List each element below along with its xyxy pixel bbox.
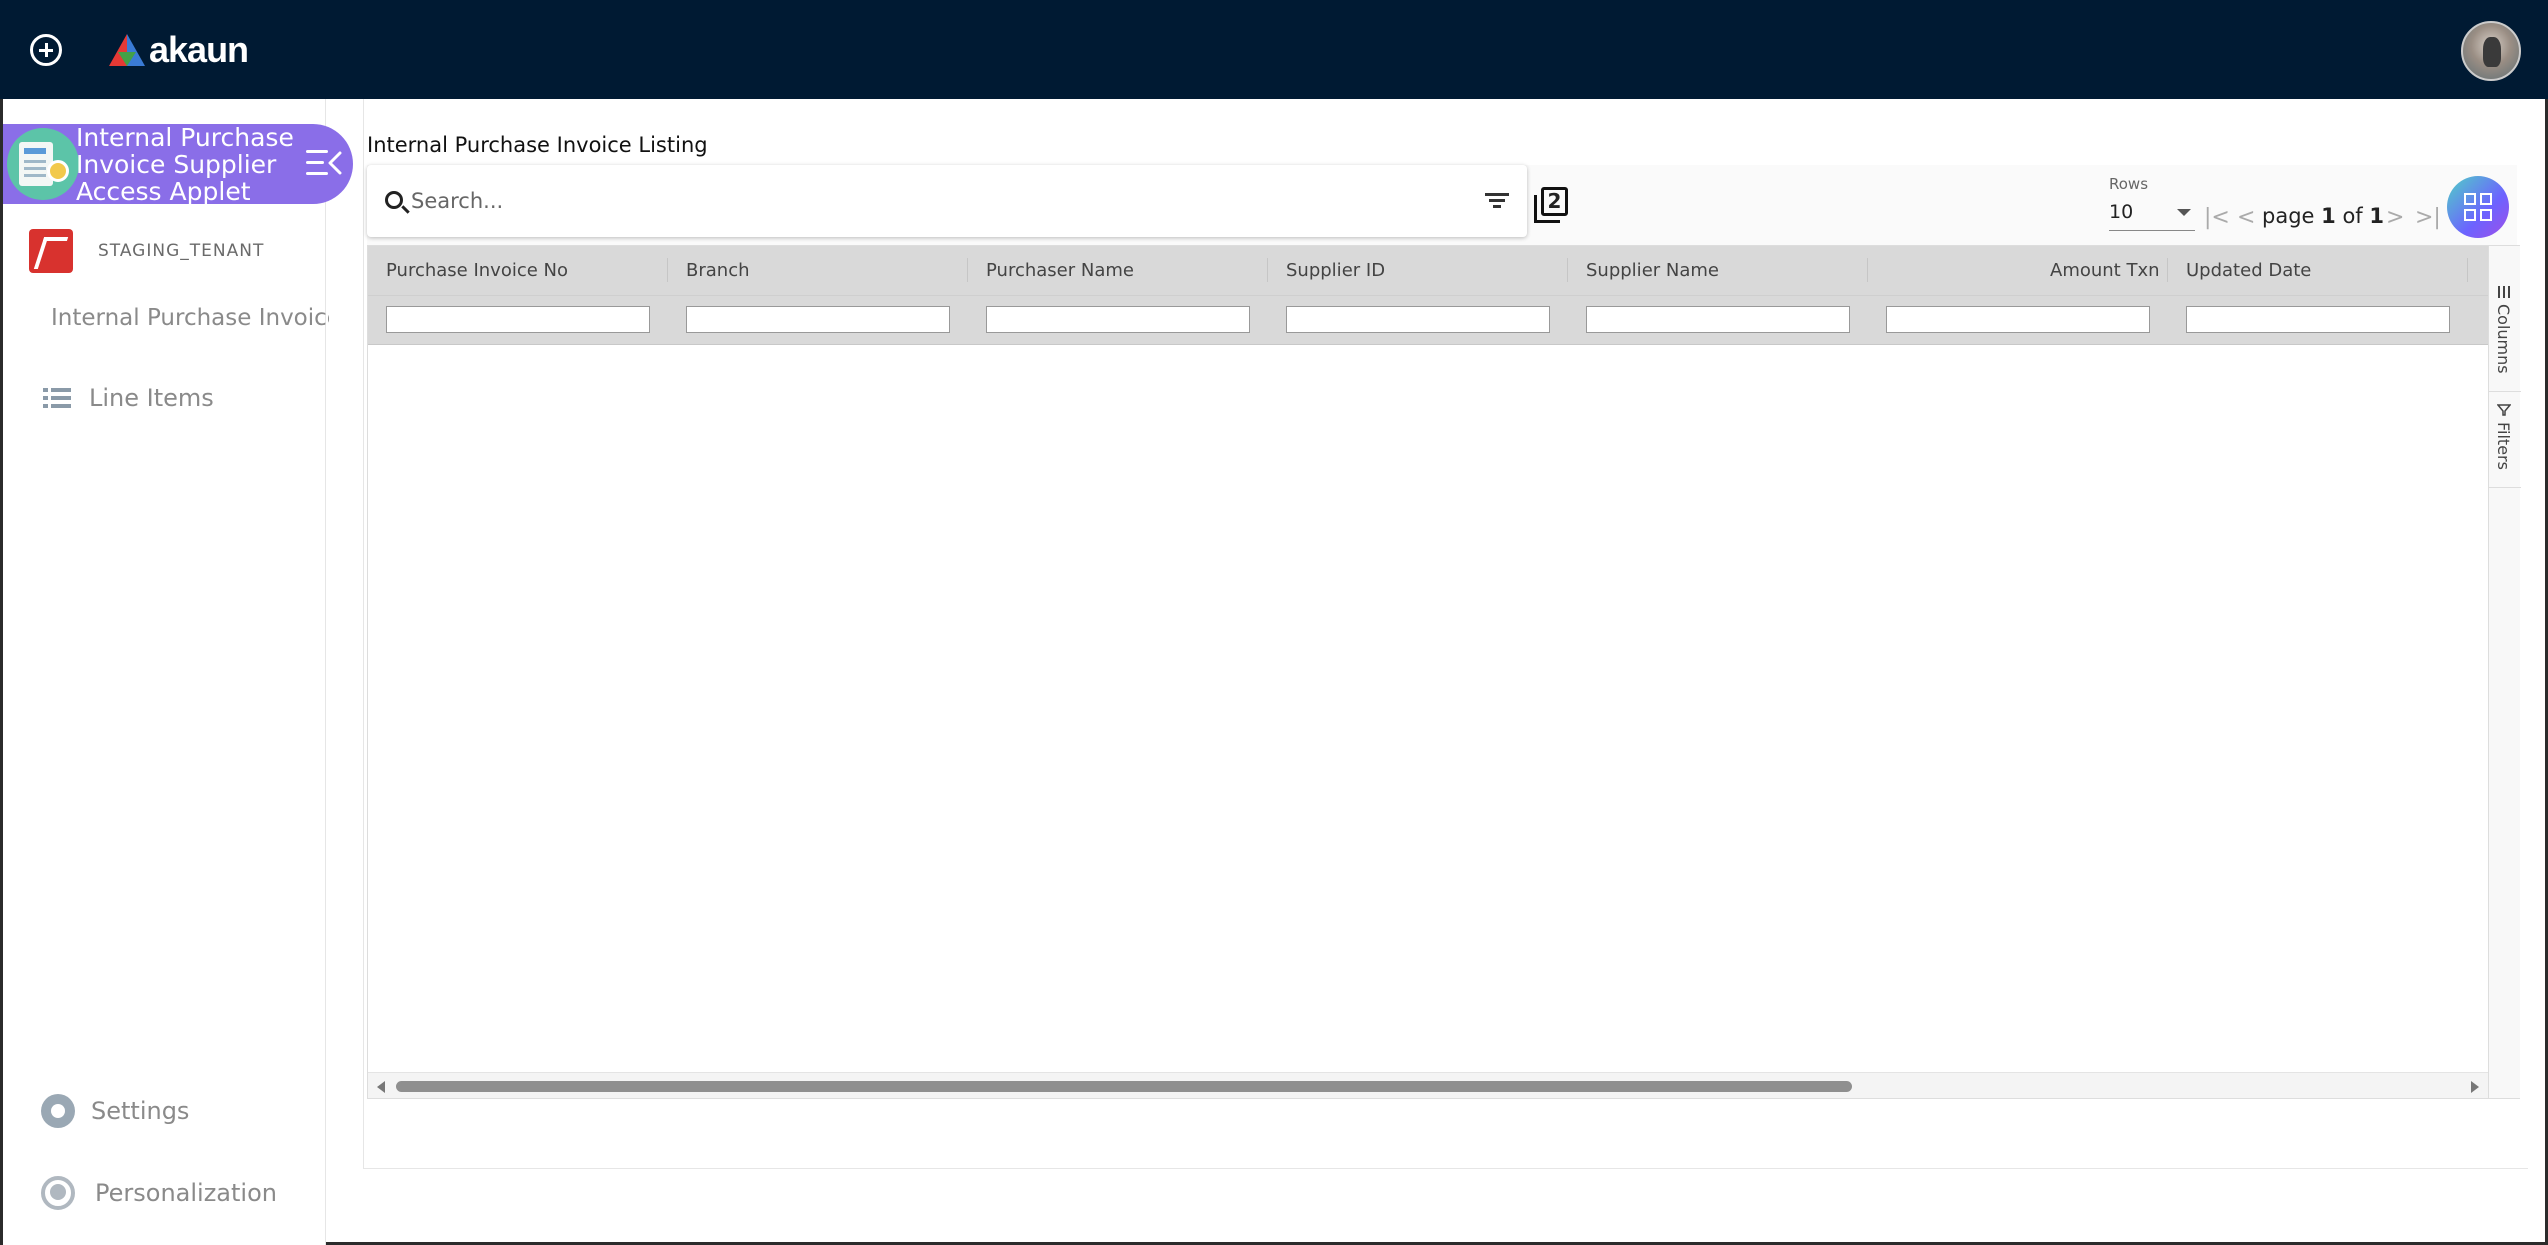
column-resize-handle[interactable]: [1867, 258, 1868, 282]
rows-label: Rows: [2109, 175, 2149, 193]
last-page-icon[interactable]: >|: [2415, 205, 2441, 230]
brand-name: akaun: [149, 29, 249, 70]
column-header-amount-txn[interactable]: Amount Txn: [2050, 260, 2160, 281]
page-indicator: page 1 of 1: [2262, 204, 2384, 228]
search-icon: [385, 191, 403, 209]
scroll-left-icon[interactable]: [377, 1081, 385, 1093]
sidebar-item-label: Personalization: [95, 1179, 277, 1207]
filter-input-supplier-name[interactable]: [1586, 306, 1850, 333]
column-header-purchase-invoice-no[interactable]: Purchase Invoice No: [386, 260, 568, 281]
tab-columns[interactable]: Columns: [2489, 286, 2521, 392]
applet-title: Internal Purchase Invoice Supplier Acces…: [76, 123, 294, 206]
page-title: Internal Purchase Invoice Listing: [367, 133, 708, 157]
filter-input-purchaser-name[interactable]: [986, 306, 1250, 333]
filter-icon[interactable]: [1485, 193, 1509, 209]
search-bar: [367, 165, 1527, 237]
page-current: 1: [2321, 204, 2336, 228]
funnel-icon: [2497, 404, 2511, 416]
data-grid: Purchase Invoice No Branch Purchaser Nam…: [367, 245, 2521, 1099]
scrollbar-thumb[interactable]: [396, 1081, 1852, 1092]
column-resize-handle[interactable]: [1567, 258, 1568, 282]
brand-logo[interactable]: akaun: [107, 28, 249, 72]
grid-view-icon[interactable]: [2447, 176, 2509, 238]
column-resize-handle[interactable]: [2467, 258, 2468, 282]
column-header-purchaser-name[interactable]: Purchaser Name: [986, 260, 1134, 281]
rows-per-page-value: 10: [2109, 201, 2134, 223]
column-header-supplier-id[interactable]: Supplier ID: [1286, 260, 1385, 281]
akaun-logo-icon: [109, 34, 145, 66]
column-resize-handle[interactable]: [2167, 258, 2168, 282]
previous-page-icon[interactable]: <: [2237, 205, 2255, 230]
scroll-right-icon[interactable]: [2471, 1081, 2479, 1093]
tab-columns-label: Columns: [2494, 304, 2513, 374]
tab-filters-label: Filters: [2494, 422, 2513, 470]
copy-layers-icon[interactable]: 2: [1534, 187, 1568, 223]
columns-icon: [2498, 286, 2510, 298]
grid-filter-row: [368, 295, 2488, 345]
sidebar-item-personalization[interactable]: Personalization: [41, 1176, 277, 1210]
top-bar: akaun: [0, 0, 2548, 99]
of-word: of: [2342, 204, 2363, 228]
add-circle-icon[interactable]: [30, 34, 62, 66]
search-input[interactable]: [411, 181, 1411, 221]
column-header-branch[interactable]: Branch: [686, 260, 750, 281]
list-icon: [43, 388, 71, 408]
filter-input-supplier-id[interactable]: [1286, 306, 1550, 333]
filter-input-branch[interactable]: [686, 306, 950, 333]
main-content: Internal Purchase Invoice Listing 2 Rows…: [363, 99, 2528, 1169]
filter-input-updated-date[interactable]: [2186, 306, 2450, 333]
horizontal-scrollbar[interactable]: [368, 1072, 2488, 1098]
next-page-icon[interactable]: >: [2386, 205, 2404, 230]
tenant-logo-icon: [29, 229, 73, 273]
column-resize-handle[interactable]: [1267, 258, 1268, 282]
sidebar-item-line-items[interactable]: Line Items: [43, 384, 214, 412]
chevron-down-icon: [2177, 209, 2191, 216]
page-word: page: [2262, 204, 2315, 228]
copy-badge: 2: [1541, 187, 1568, 216]
filter-input-amount-txn[interactable]: [1886, 306, 2150, 333]
column-header-supplier-name[interactable]: Supplier Name: [1586, 260, 1719, 281]
column-resize-handle[interactable]: [967, 258, 968, 282]
column-resize-handle[interactable]: [667, 258, 668, 282]
first-page-icon[interactable]: |<: [2204, 205, 2230, 230]
column-header-updated-date[interactable]: Updated Date: [2186, 260, 2311, 281]
applet-header[interactable]: Internal Purchase Invoice Supplier Acces…: [3, 123, 353, 206]
grid-side-panel: Columns Filters: [2488, 246, 2521, 1098]
gear-icon: [41, 1094, 75, 1128]
sidebar-item-label: Settings: [91, 1097, 190, 1125]
grid-header-row: Purchase Invoice No Branch Purchaser Nam…: [368, 246, 2488, 295]
invoice-applet-icon: [7, 128, 79, 200]
page-total: 1: [2369, 204, 2385, 228]
sidebar-item-internal-purchase-invoice[interactable]: Internal Purchase Invoice: [51, 305, 329, 331]
tenant-name: STAGING_TENANT: [98, 241, 265, 261]
filter-input-purchase-invoice-no[interactable]: [386, 306, 650, 333]
sidebar-item-settings[interactable]: Settings: [41, 1094, 189, 1128]
tenant-selector[interactable]: STAGING_TENANT: [29, 227, 264, 275]
person-icon: [41, 1176, 75, 1210]
rows-per-page-select[interactable]: 10: [2109, 197, 2195, 231]
collapse-menu-icon[interactable]: [306, 148, 346, 180]
tab-filters[interactable]: Filters: [2489, 392, 2521, 488]
sidebar: Internal Purchase Invoice Supplier Acces…: [3, 99, 353, 1245]
sidebar-item-label: Line Items: [89, 384, 214, 412]
user-avatar[interactable]: [2461, 21, 2521, 81]
